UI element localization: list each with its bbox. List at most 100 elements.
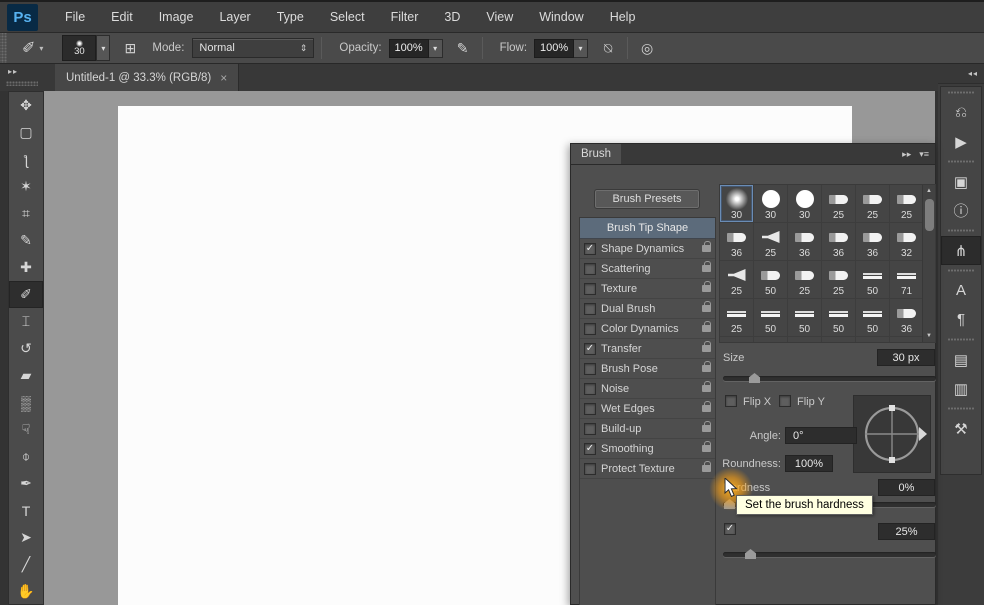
menu-layer[interactable]: Layer xyxy=(206,2,263,32)
brush-tip-cell[interactable]: 36 xyxy=(890,299,924,337)
angle-roundness-control[interactable] xyxy=(853,395,931,473)
setting-texture[interactable]: Texture xyxy=(580,279,715,299)
dock-info-button[interactable]: ⓘ xyxy=(941,196,981,225)
setting-transfer[interactable]: ✓Transfer xyxy=(580,339,715,359)
flow-dropdown-button[interactable]: ▾ xyxy=(574,39,588,58)
unlock-icon[interactable] xyxy=(702,405,711,412)
transfer-checkbox[interactable]: ✓ xyxy=(584,343,596,355)
brush-tip-cell[interactable]: 25 xyxy=(720,261,754,299)
tool-quick-selection[interactable]: ✶ xyxy=(9,173,43,200)
tool-smudge[interactable]: ☟ xyxy=(9,416,43,443)
scroll-down-icon[interactable]: ▼ xyxy=(926,330,932,342)
setting-color-dynamics[interactable]: Color Dynamics xyxy=(580,319,715,339)
dock-grip[interactable] xyxy=(947,156,975,167)
unlock-icon[interactable] xyxy=(702,325,711,332)
menu-image[interactable]: Image xyxy=(146,2,207,32)
close-icon[interactable]: × xyxy=(220,71,227,85)
hardness-input[interactable]: 0% xyxy=(878,479,935,496)
brush-tip-cell[interactable] xyxy=(890,337,924,343)
dock-actions-button[interactable]: ▶ xyxy=(941,127,981,156)
brush-tip-cell[interactable] xyxy=(754,337,788,343)
tool-spot-healing[interactable]: ✚ xyxy=(9,254,43,281)
brush-preset-dropdown-button[interactable]: ▾ xyxy=(96,35,110,61)
menu-3d[interactable]: 3D xyxy=(431,2,473,32)
size-slider-thumb[interactable] xyxy=(749,373,760,383)
setting-dual-brush[interactable]: Dual Brush xyxy=(580,299,715,319)
setting-shape-dynamics[interactable]: ✓Shape Dynamics xyxy=(580,239,715,259)
brush-tip-cell[interactable]: 36 xyxy=(822,223,856,261)
toolbar-grip[interactable] xyxy=(6,81,38,86)
menu-window[interactable]: Window xyxy=(526,2,596,32)
menu-type[interactable]: Type xyxy=(264,2,317,32)
flip-x-checkbox[interactable] xyxy=(725,395,737,407)
smoothing-checkbox[interactable]: ✓ xyxy=(584,443,596,455)
tool-pen[interactable]: ✒ xyxy=(9,470,43,497)
tool-move[interactable]: ✥ xyxy=(9,92,43,119)
brush-tip-cell[interactable] xyxy=(856,337,890,343)
dock-brush-panel-button[interactable]: ⋔ xyxy=(941,236,981,265)
texture-checkbox[interactable] xyxy=(584,283,596,295)
spacing-slider[interactable] xyxy=(723,552,936,557)
protect-texture-checkbox[interactable] xyxy=(584,463,596,475)
unlock-icon[interactable] xyxy=(702,245,711,252)
dock-paragraph-button[interactable]: ¶ xyxy=(941,305,981,334)
tool-eyedropper[interactable]: ✎ xyxy=(9,227,43,254)
tool-hand[interactable]: ✋ xyxy=(9,578,43,605)
dock-grip[interactable] xyxy=(947,403,975,414)
wet-edges-checkbox[interactable] xyxy=(584,403,596,415)
brush-tip-cell[interactable] xyxy=(720,337,754,343)
dock-grip[interactable] xyxy=(947,265,975,276)
brush-tip-cell[interactable]: 30 xyxy=(754,185,788,223)
brush-tip-cell[interactable]: 25 xyxy=(754,223,788,261)
brush-tip-cell[interactable]: 50 xyxy=(856,261,890,299)
dock-character-button[interactable]: A xyxy=(941,276,981,305)
tool-crop[interactable]: ⌗ xyxy=(9,200,43,227)
brush-tip-cell[interactable]: 50 xyxy=(754,299,788,337)
brush-tip-cell[interactable]: 32 xyxy=(890,223,924,261)
dual-brush-checkbox[interactable] xyxy=(584,303,596,315)
brush-tip-cell[interactable]: 36 xyxy=(856,223,890,261)
document-tab[interactable]: Untitled-1 @ 33.3% (RGB/8) × xyxy=(55,64,239,91)
dock-grip[interactable] xyxy=(947,334,975,345)
tool-preset-picker[interactable]: ✐ ▾ xyxy=(17,36,48,60)
brush-preset-preview[interactable]: 30 xyxy=(62,35,96,61)
scroll-up-icon[interactable]: ▲ xyxy=(926,185,932,197)
menu-edit[interactable]: Edit xyxy=(98,2,146,32)
spacing-input[interactable]: 25% xyxy=(878,523,935,540)
scrollbar-thumb[interactable] xyxy=(925,199,934,231)
tablet-size-pressure-icon[interactable]: ⍉ xyxy=(596,37,620,59)
brush-pose-checkbox[interactable] xyxy=(584,363,596,375)
toolbar-expand-icon[interactable]: ▸▸ xyxy=(8,67,18,76)
brush-tip-cell[interactable]: 25 xyxy=(890,185,924,223)
noise-checkbox[interactable] xyxy=(584,383,596,395)
brush-tip-cell[interactable]: 30 xyxy=(720,185,754,223)
setting-brush-pose[interactable]: Brush Pose xyxy=(580,359,715,379)
brush-tip-cell[interactable]: 25 xyxy=(822,261,856,299)
brush-tip-cell[interactable]: 25 xyxy=(856,185,890,223)
blend-mode-select[interactable]: Normal ⇕ xyxy=(192,38,314,58)
setting-noise[interactable]: Noise xyxy=(580,379,715,399)
unlock-icon[interactable] xyxy=(702,305,711,312)
color-dynamics-checkbox[interactable] xyxy=(584,323,596,335)
brush-tip-cell[interactable] xyxy=(822,337,856,343)
brush-tip-cell[interactable]: 25 xyxy=(788,261,822,299)
airbrush-icon[interactable]: ◎ xyxy=(635,37,659,59)
setting-scattering[interactable]: Scattering xyxy=(580,259,715,279)
dock-notes-button[interactable]: ▥ xyxy=(941,374,981,403)
flip-y-checkbox[interactable] xyxy=(779,395,791,407)
brush-tip-cell[interactable]: 36 xyxy=(720,223,754,261)
menu-help[interactable]: Help xyxy=(597,2,649,32)
brush-tip-cell[interactable]: 50 xyxy=(754,261,788,299)
tool-line[interactable]: ╱ xyxy=(9,551,43,578)
unlock-icon[interactable] xyxy=(702,285,711,292)
tool-lasso[interactable]: ƪ xyxy=(9,146,43,173)
brush-panel-tab[interactable]: Brush xyxy=(571,144,621,165)
build-up-checkbox[interactable] xyxy=(584,423,596,435)
size-slider[interactable] xyxy=(723,376,936,381)
brush-tip-cell[interactable]: 50 xyxy=(788,299,822,337)
setting-smoothing[interactable]: ✓Smoothing xyxy=(580,439,715,459)
setting-protect-texture[interactable]: Protect Texture xyxy=(580,459,715,479)
flow-input[interactable]: 100% xyxy=(534,39,574,58)
scattering-checkbox[interactable] xyxy=(584,263,596,275)
dock-collapse-icon[interactable]: ◂◂ xyxy=(938,64,984,84)
